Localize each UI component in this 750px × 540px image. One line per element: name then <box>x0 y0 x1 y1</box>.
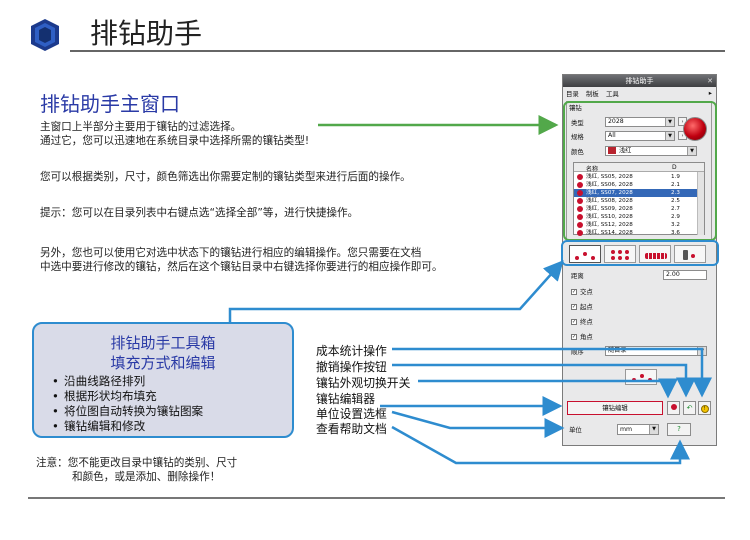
note-line: 和颜色，或是添加、删除操作！ <box>72 471 221 483</box>
check-corner-point[interactable]: ✓ 角点 <box>571 332 593 341</box>
chevron-down-icon: ▼ <box>697 347 706 355</box>
check-intersection[interactable]: ✓ 交点 <box>571 287 593 296</box>
undo-icon: ↶ <box>686 404 693 412</box>
check-label: 起点 <box>580 303 593 311</box>
page-title: 排钻助手 <box>90 17 203 50</box>
toolbox-subtitle: 填充方式和编辑 <box>110 354 216 372</box>
gem-dot-icon <box>640 374 644 378</box>
menu-catalog[interactable]: 目录 <box>566 89 579 98</box>
menu-tools[interactable]: 工具 <box>606 89 619 98</box>
paragraph-line: 另外，您也可以使用它对选中状态下的镶钻进行相应的编辑操作。您只需要在文档 <box>40 247 422 259</box>
gem-appearance-button[interactable] <box>667 401 680 415</box>
section-heading: 排钻助手主窗口 <box>40 92 180 116</box>
checkbox-checked-icon: ✓ <box>571 304 577 310</box>
callout-appearance-toggle: 镶钻外观切换开关 <box>316 376 411 390</box>
toolbox-title: 排钻助手工具箱 <box>110 334 216 352</box>
toolbox-list-item: 沿曲线路径排列 <box>52 374 203 389</box>
chevron-down-icon: ▼ <box>649 425 658 434</box>
unit-select[interactable]: mm ▼ <box>617 424 659 435</box>
check-label: 交点 <box>580 288 593 296</box>
logo-gem-icon <box>31 19 59 51</box>
panel-menubar: 目录 制板 工具 ▸ <box>563 88 716 99</box>
toolbox-list-item: 将位图自动转换为镶钻图案 <box>52 404 203 419</box>
note-text: 注意：您不能更改目录中镶钻的类别、尺寸 和颜色，或是添加、删除操作！ <box>36 456 237 484</box>
unit-label: 单位 <box>569 426 582 434</box>
panel-titlebar: 排钻助手 ✕ <box>563 75 716 87</box>
close-icon[interactable]: ✕ <box>707 75 713 87</box>
order-value: 随目录 <box>608 347 627 354</box>
help-button[interactable]: ? <box>667 423 691 436</box>
gem-dot-icon <box>648 378 652 382</box>
undo-button[interactable]: ↶ <box>683 401 696 415</box>
arrow-unit <box>391 410 565 438</box>
menu-overflow-icon[interactable]: ▸ <box>709 89 712 97</box>
cost-stats-button[interactable]: ! <box>698 401 711 415</box>
appearance-toggle-button[interactable] <box>625 369 657 385</box>
paragraph-line: 通过它，您可以迅速地在系统目录中选择所需的镶钻类型! <box>40 135 310 147</box>
header-divider <box>70 50 725 52</box>
stat-icon: ! <box>700 405 709 413</box>
order-select[interactable]: 随目录 ▼ <box>605 346 707 356</box>
checkbox-checked-icon: ✓ <box>571 319 577 325</box>
callout-cost-stats: 成本统计操作 <box>316 344 387 358</box>
check-label: 终点 <box>580 318 593 326</box>
callout-undo: 撤销操作按钮 <box>316 360 387 374</box>
filter-highlight-frame <box>563 101 717 241</box>
fill-mode-highlight-frame <box>561 240 719 266</box>
paragraph-tip: 提示：您可以在目录列表中右键点选“选择全部”等，进行快捷操作。 <box>40 207 359 219</box>
check-label: 角点 <box>580 333 593 341</box>
toolbox-callout: 排钻助手工具箱 填充方式和编辑 沿曲线路径排列 根据形状均布填充 将位图自动转换… <box>32 322 294 438</box>
checkbox-checked-icon: ✓ <box>571 289 577 295</box>
checkbox-checked-icon: ✓ <box>571 334 577 340</box>
paragraph-line: 主窗口上半部分主要用于镶钻的过滤选择。 <box>40 121 242 133</box>
spacing-input[interactable]: 2.00 <box>663 270 707 280</box>
callout-help: 查看帮助文档 <box>316 422 387 436</box>
toolbox-list: 沿曲线路径排列 根据形状均布填充 将位图自动转换为镶钻图案 镶钻编辑和修改 <box>52 374 203 434</box>
order-label: 顺序 <box>571 348 584 356</box>
unit-value: mm <box>620 426 633 433</box>
toolbox-list-item: 镶钻编辑和修改 <box>52 419 203 434</box>
toolbox-list-item: 根据形状均布填充 <box>52 389 203 404</box>
panel-title: 排钻助手 <box>625 77 654 85</box>
gem-dot-icon <box>670 404 677 410</box>
spacing-label: 距离 <box>571 272 584 280</box>
check-start-point[interactable]: ✓ 起点 <box>571 302 593 311</box>
gem-dot-icon <box>632 378 636 382</box>
gem-editor-button[interactable]: 镶钻编辑 <box>567 401 663 415</box>
paragraph-filter-intro: 主窗口上半部分主要用于镶钻的过滤选择。 通过它，您可以迅速地在系统目录中选择所需… <box>40 120 309 148</box>
paragraph-line: 中选中要进行修改的镶钻，然后在这个镶钻目录中右键选择你要进行的相应操作即可。 <box>40 261 443 273</box>
note-line: 注意：您不能更改目录中镶钻的类别、尺寸 <box>36 457 238 469</box>
paragraph-filter-usage: 您可以根据类别，尺寸，颜色筛选出你需要定制的镶钻类型来进行后面的操作。 <box>40 171 411 183</box>
paragraph-editing: 另外，您也可以使用它对选中状态下的镶钻进行相应的编辑操作。您只需要在文档 中选中… <box>40 246 443 274</box>
check-end-point[interactable]: ✓ 终点 <box>571 317 593 326</box>
footer-divider <box>28 497 725 499</box>
menu-board[interactable]: 制板 <box>586 89 599 98</box>
